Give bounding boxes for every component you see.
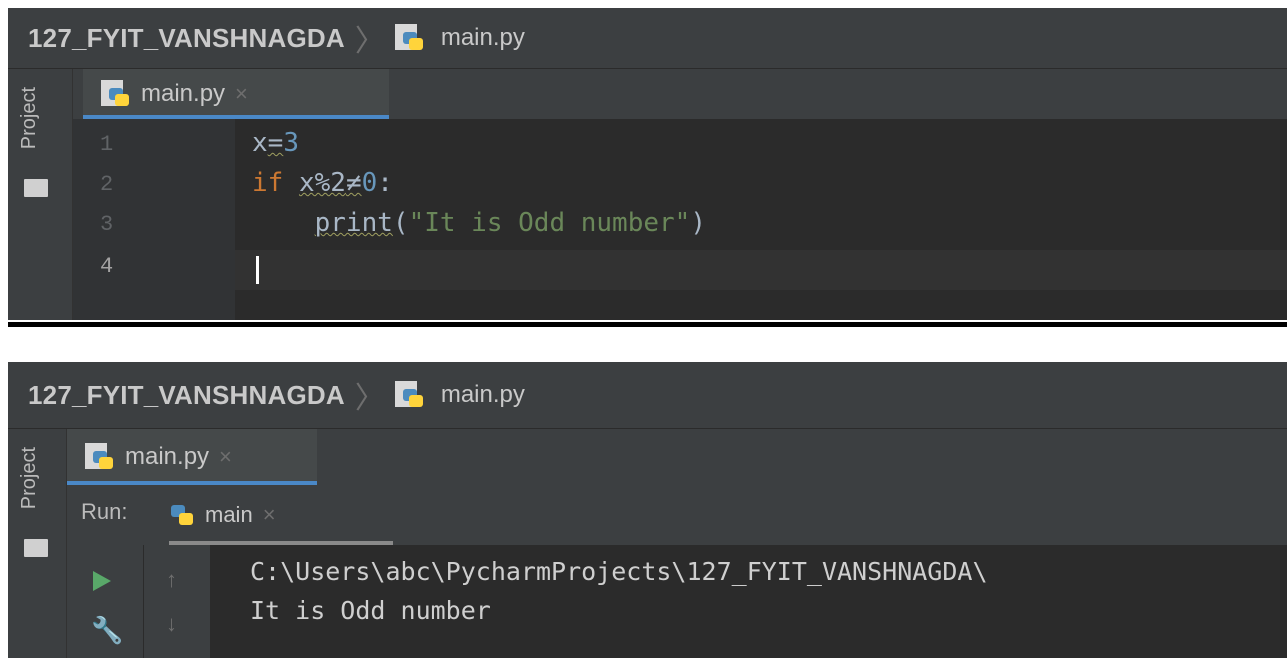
run-tool-bar: Run: main × (67, 485, 1287, 545)
code-token: print (314, 208, 393, 238)
close-icon[interactable]: × (235, 81, 248, 107)
folder-icon[interactable] (24, 179, 48, 197)
run-tab-label: main (205, 502, 253, 527)
code-line-1[interactable]: x=3 (252, 128, 299, 158)
editor-tab-bar: main.py × (67, 429, 1287, 485)
project-tool-label[interactable]: Project (18, 87, 41, 149)
line-number: 4 (100, 254, 114, 279)
divider (8, 322, 1287, 327)
run-toolbar-left: 🔧 (67, 545, 144, 658)
run-play-icon[interactable] (93, 571, 111, 591)
line-number-gutter (73, 119, 235, 320)
python-file-icon (101, 80, 131, 108)
arrow-down-icon[interactable]: ↓ (166, 611, 177, 637)
tab-main-py[interactable]: main.py × (67, 429, 317, 485)
line-number: 2 (100, 172, 114, 197)
console-output-line: C:\Users\abc\PycharmProjects\127_FYIT_VA… (250, 557, 988, 586)
breadcrumb-separator-icon: 〉 (354, 382, 385, 415)
run-label: Run: (81, 499, 128, 524)
close-icon[interactable]: × (219, 444, 232, 470)
tab-main-py[interactable]: main.py × (83, 69, 389, 119)
breadcrumb-project[interactable]: 127_FYIT_VANSHNAGDA (28, 380, 345, 411)
tab-label: main.py (141, 80, 226, 107)
arrow-up-icon[interactable]: ↑ (166, 567, 177, 593)
code-token: 3 (283, 128, 299, 158)
code-token: "It is Odd number" (408, 208, 691, 238)
line-number: 3 (100, 212, 114, 237)
editor-window-bottom: 127_FYIT_VANSHNAGDA 〉 main.py Project ma… (8, 362, 1287, 658)
current-line-highlight (235, 250, 1287, 290)
line-number: 1 (100, 132, 114, 157)
code-token: = (267, 128, 284, 158)
breadcrumb-project[interactable]: 127_FYIT_VANSHNAGDA (28, 23, 345, 54)
run-toolbar-right: ↑ ↓ (144, 545, 210, 658)
code-token: : (377, 168, 393, 198)
code-token: if (252, 168, 284, 198)
run-tab-main[interactable]: main × (169, 485, 393, 545)
code-line-3[interactable]: print("It is Odd number") (252, 208, 706, 238)
tab-label: main.py (125, 443, 210, 470)
editor-tab-bar: main.py × (73, 69, 1287, 119)
python-file-icon (85, 443, 115, 471)
project-tool-strip[interactable]: Project (8, 429, 67, 658)
python-file-icon (394, 24, 425, 52)
code-line-2[interactable]: if x%2≠0: (252, 168, 393, 198)
console-output-line: It is Odd number (250, 596, 491, 625)
text-cursor (256, 256, 259, 284)
code-token: ( (392, 208, 409, 238)
project-tool-label[interactable]: Project (18, 447, 41, 509)
navigation-bar: 127_FYIT_VANSHNAGDA 〉 main.py (8, 362, 1287, 429)
editor-window-top: 127_FYIT_VANSHNAGDA 〉 main.py Project ma… (8, 8, 1287, 320)
close-icon[interactable]: × (263, 502, 276, 528)
code-token: ≠ (345, 168, 362, 198)
code-token: x%2 (298, 168, 346, 198)
python-file-icon (394, 381, 425, 409)
project-tool-strip[interactable]: Project (8, 69, 73, 320)
folder-icon[interactable] (24, 539, 48, 557)
breadcrumb-file[interactable]: main.py (441, 381, 525, 409)
code-token: ) (690, 208, 706, 238)
python-run-icon (169, 501, 195, 529)
breadcrumb-file[interactable]: main.py (441, 24, 525, 52)
navigation-bar: 127_FYIT_VANSHNAGDA 〉 main.py (8, 8, 1287, 69)
wrench-icon[interactable]: 🔧 (91, 615, 123, 646)
code-token: 0 (361, 168, 378, 198)
code-token: x (252, 128, 268, 158)
breadcrumb-separator-icon: 〉 (354, 25, 385, 58)
